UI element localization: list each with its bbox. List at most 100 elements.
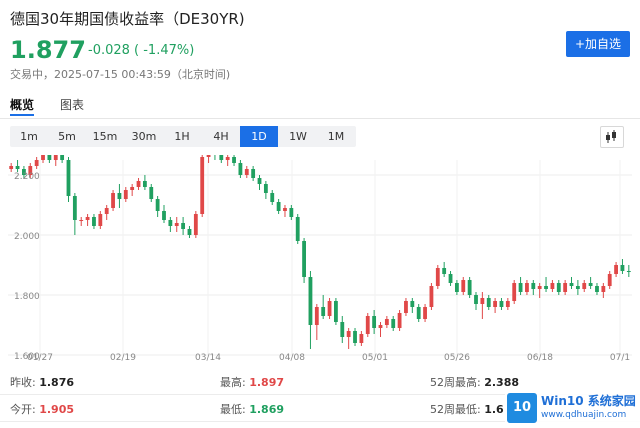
yield-candlestick-chart[interactable]: 1.6001.8002.0002.20001/27 02/19 03/14 04/08… [0,155,640,367]
candle [295,214,300,244]
low-stat: 最低: 1.869 [220,403,285,416]
candle-body [60,155,65,160]
range-15m[interactable]: 15m [86,126,124,147]
candle-body [47,155,52,160]
candle [270,190,275,205]
tab-overview[interactable]: 概览 [10,96,34,113]
candle [493,298,498,313]
range-4h[interactable]: 4H [202,126,240,147]
candle-body [626,271,631,272]
candle-body [79,220,84,221]
candle-body [334,301,338,322]
candle-body [187,229,192,235]
range-5m[interactable]: 5m [48,126,86,147]
range-30m[interactable]: 30m [125,126,163,147]
candle-body [66,160,71,196]
candle [448,271,453,286]
range-1w[interactable]: 1W [279,126,317,147]
candle [334,298,338,325]
candle-body [512,283,517,301]
x-tick-label: 02/19 [110,353,136,363]
candle [454,280,459,295]
candle [111,190,115,211]
candle-body [15,166,20,169]
candle [531,280,536,295]
candle [346,328,351,349]
candle-body [155,199,160,211]
candle [550,280,555,292]
candle-body [518,283,523,292]
range-1d[interactable]: 1D [240,126,278,147]
candle-body [206,155,211,157]
trading-status: 交易中，2025-07-15 00:43:59（北京时间) [10,68,231,81]
candle-body [499,301,504,307]
candle [461,277,466,295]
candle [314,304,319,340]
candle-body [575,286,580,289]
candle-body [232,157,236,163]
candle-body [219,155,224,160]
candle-body [429,286,434,307]
range-1mo[interactable]: 1M [317,126,355,147]
page-title: 德国30年期国债收益率（DE30YR) [10,10,245,28]
candle [595,283,599,295]
x-tick-label: 06/18 [527,353,553,363]
candle-body [601,286,606,292]
candle-body [531,283,536,289]
tab-chart[interactable]: 图表 [60,96,84,113]
candle-body [276,202,281,211]
candle [544,277,548,292]
candle [53,155,58,166]
candle [289,205,294,220]
candle-body [238,163,243,175]
candle-body [416,307,421,319]
candle-body [397,313,402,328]
y-tick-label: 1.800 [14,292,40,302]
candle [168,217,173,232]
candle-body [104,208,109,214]
candle-body [607,274,612,286]
candle-body [225,157,230,160]
candle [276,199,281,214]
tab-active-indicator [10,114,34,116]
candle [66,157,71,202]
range-1m[interactable]: 1m [10,126,48,147]
candle [423,304,427,322]
candle-body [53,155,58,160]
wk52-low-stat: 52周最低: 1.6 [430,403,504,416]
candle [34,157,39,169]
wk52-high-value: 2.388 [484,376,519,389]
candle-body [244,169,249,175]
candle-body [588,283,593,286]
candle-body [353,331,357,343]
candle-body [142,181,147,187]
candle [391,316,396,331]
candle-body [569,283,574,286]
candle-body [340,322,345,337]
range-1h[interactable]: 1H [163,126,201,147]
candle [15,160,20,172]
high-value: 1.897 [249,376,285,389]
candle-body [493,301,498,307]
candle [499,298,504,310]
candle-body [257,178,262,184]
candle-body [270,193,275,202]
watermark-url: www.qdhuajin.com [541,410,627,420]
candle [582,280,587,292]
candle [442,262,447,277]
candle [181,217,186,235]
candle-body [174,223,179,226]
candle [416,304,421,322]
candle [85,214,90,226]
candle [365,313,370,337]
candle [556,280,561,295]
candle-body [550,283,555,289]
candle-body [435,268,440,286]
win10-logo-icon: 10 [507,393,537,423]
candle [104,205,109,220]
candle-body [34,160,39,166]
add-watchlist-button[interactable]: +加自选 [566,31,630,57]
x-tick-label: 05/01 [362,353,388,363]
candlestick-settings-icon[interactable] [600,126,624,148]
candle-body [130,187,135,190]
